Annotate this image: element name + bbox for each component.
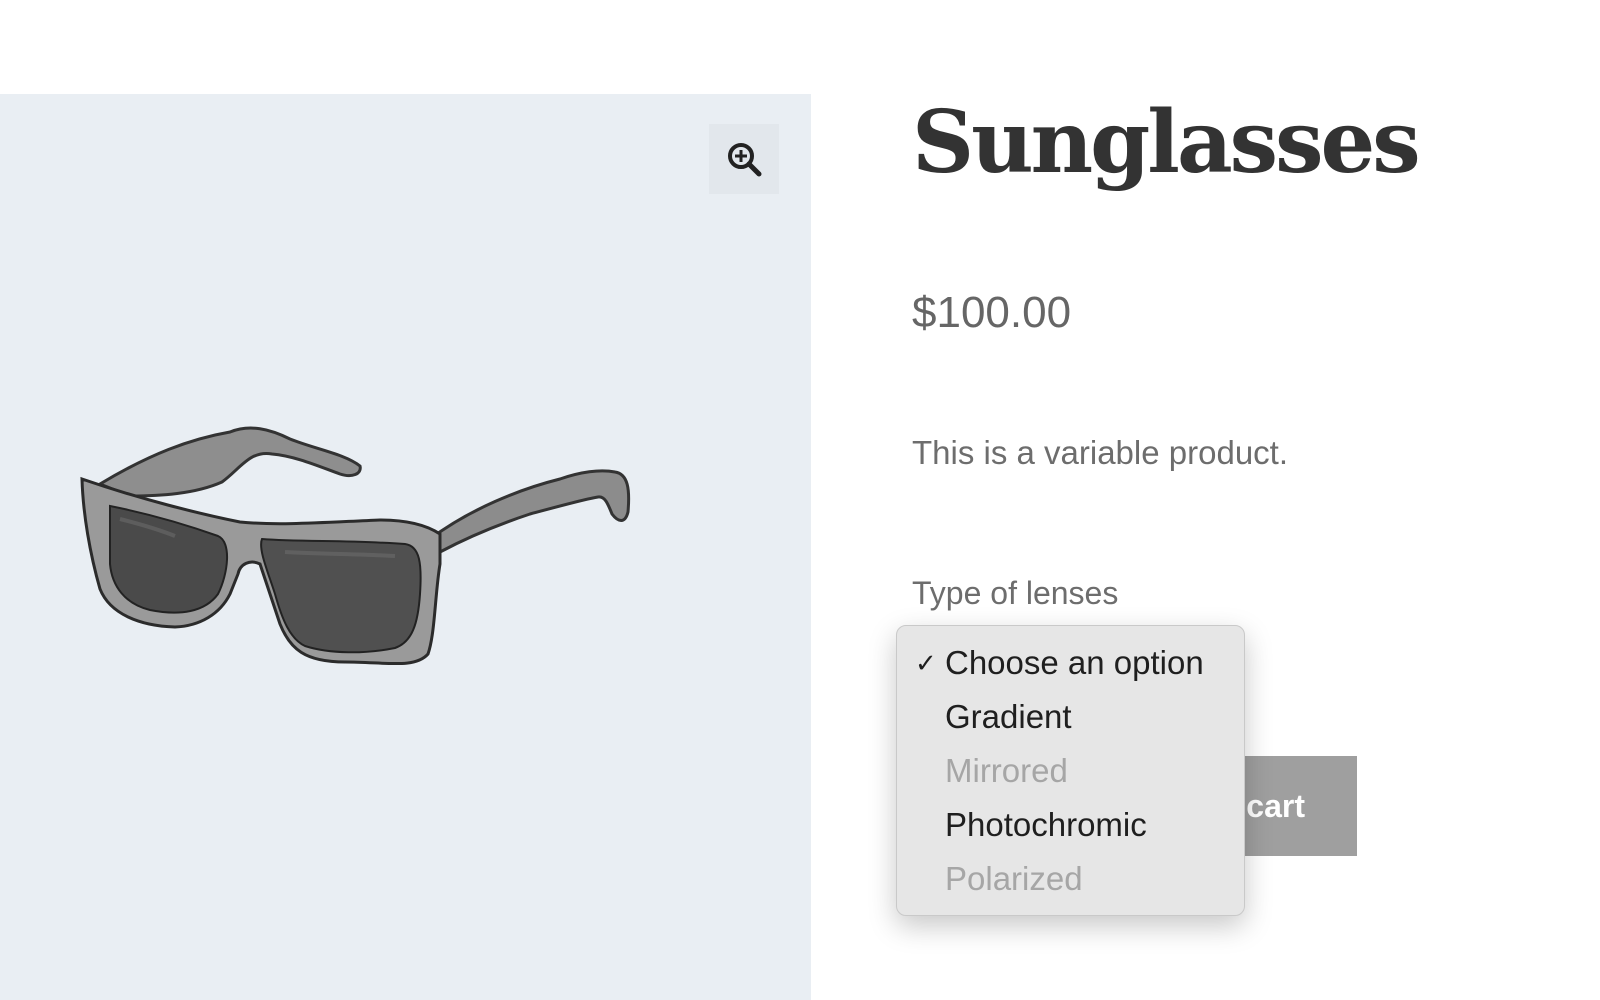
product-page: Sunglasses $100.00 This is a variable pr… [0,0,1600,1000]
sunglasses-image [80,426,631,666]
option-label: Mirrored [945,752,1068,789]
option-choose[interactable]: ✓ Choose an option [897,636,1244,690]
variation-label: Type of lenses [912,575,1119,611]
option-polarized: Polarized [897,852,1244,906]
option-label: Choose an option [945,644,1204,681]
product-gallery [0,94,811,1000]
option-photochromic[interactable]: Photochromic [897,798,1244,852]
option-gradient[interactable]: Gradient [897,690,1244,744]
product-title: Sunglasses [912,92,1421,193]
zoom-in-icon [728,143,762,177]
product-price: $100.00 [912,288,1072,337]
product-description: This is a variable product. [912,434,1289,471]
option-label: Polarized [945,860,1083,897]
check-icon: ✓ [915,648,937,678]
option-mirrored: Mirrored [897,744,1244,798]
lenses-dropdown-menu[interactable]: ✓ Choose an option Gradient Mirrored Pho… [896,625,1245,916]
zoom-button[interactable] [709,124,779,194]
add-to-cart-label: cart [1246,787,1305,824]
option-label: Photochromic [945,806,1147,843]
option-label: Gradient [945,698,1072,735]
